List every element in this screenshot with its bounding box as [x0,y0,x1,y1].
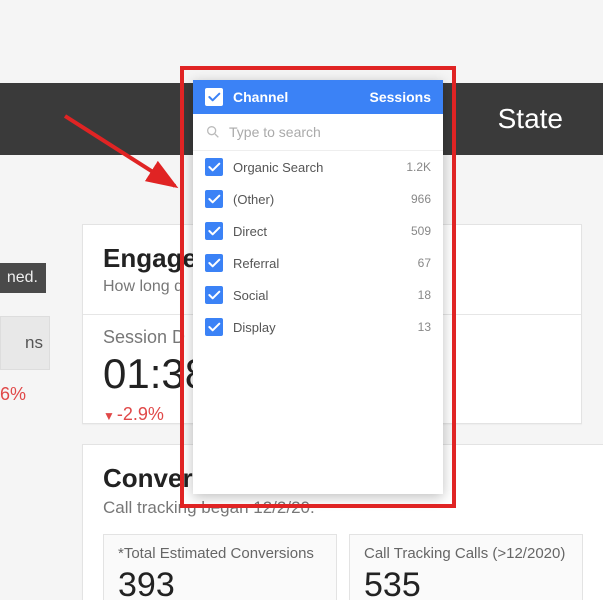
channel-filter-dropdown[interactable]: Channel Sessions Organic Search 1.2K (Ot… [193,80,443,494]
convert-subtitle: Call tracking began 12/2/20. [103,498,583,518]
dropdown-row[interactable]: Referral 67 [193,247,443,279]
engage-delta-value: -2.9% [117,404,164,424]
row-checkbox[interactable] [205,254,223,272]
row-value: 67 [418,256,431,270]
left-fragment-3: 6% [0,384,46,405]
row-label: Direct [233,224,267,239]
row-label: Organic Search [233,160,323,175]
row-value: 18 [418,288,431,302]
row-label: Social [233,288,268,303]
row-value: 966 [411,192,431,206]
row-value: 13 [418,320,431,334]
dropdown-rows: Organic Search 1.2K (Other) 966 Direct 5… [193,151,443,494]
row-label: Referral [233,256,279,271]
dropdown-row[interactable]: Organic Search 1.2K [193,151,443,183]
metric-label: *Total Estimated Conversions [118,545,322,562]
metric-value: 535 [364,566,568,600]
row-value: 1.2K [406,160,431,174]
metric-total-conversions: *Total Estimated Conversions 393 [103,534,337,600]
search-icon [205,124,221,140]
row-checkbox[interactable] [205,190,223,208]
row-value: 509 [411,224,431,238]
metric-label: Call Tracking Calls (>12/2020) [364,545,568,562]
row-checkbox[interactable] [205,158,223,176]
dropdown-row[interactable]: Direct 509 [193,215,443,247]
search-input[interactable] [229,124,431,140]
dropdown-header-left: Channel [233,89,288,105]
dropdown-header[interactable]: Channel Sessions [193,80,443,114]
dropdown-row[interactable]: (Other) 966 [193,183,443,215]
row-checkbox[interactable] [205,318,223,336]
select-all-checkbox[interactable] [205,88,223,106]
header-right-text: State [498,103,563,135]
row-label: (Other) [233,192,274,207]
dropdown-header-right: Sessions [370,89,431,105]
row-label: Display [233,320,276,335]
row-checkbox[interactable] [205,286,223,304]
metric-call-tracking: Call Tracking Calls (>12/2020) 535 [349,534,583,600]
metric-value: 393 [118,566,322,600]
down-arrow-icon: ▼ [103,409,115,423]
left-fragment-2: ns [0,316,50,370]
left-fragment-1: ned. [0,263,46,293]
dropdown-search[interactable] [193,114,443,151]
row-checkbox[interactable] [205,222,223,240]
dropdown-row[interactable]: Social 18 [193,279,443,311]
dropdown-row[interactable]: Display 13 [193,311,443,343]
